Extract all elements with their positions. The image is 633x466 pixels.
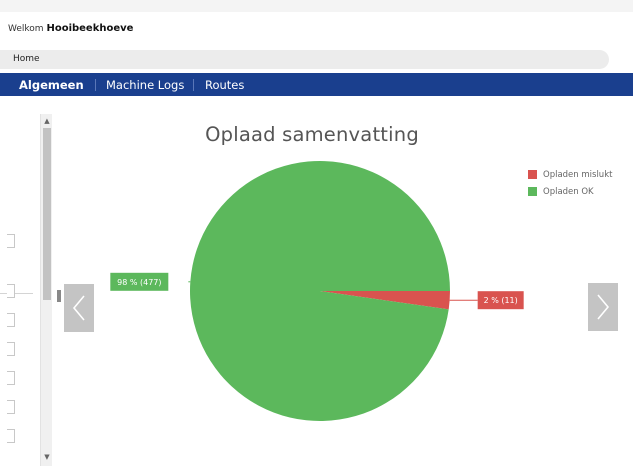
pie-chart: 2 % (11) 98 % (477) bbox=[110, 161, 524, 421]
chevron-right-icon bbox=[597, 294, 610, 320]
tab-bar: Algemeen Machine Logs Routes bbox=[0, 73, 633, 96]
tab-routes[interactable]: Routes bbox=[205, 78, 244, 92]
legend-label: Opladen mislukt bbox=[543, 169, 613, 180]
left-panel-field[interactable] bbox=[7, 429, 15, 443]
left-panel-field[interactable] bbox=[7, 400, 15, 414]
scrollbar-thumb[interactable] bbox=[43, 128, 51, 300]
pie-slice-ok[interactable] bbox=[190, 161, 451, 421]
left-panel-divider bbox=[0, 293, 33, 294]
left-panel-field[interactable] bbox=[7, 371, 15, 385]
tab-separator bbox=[193, 79, 194, 91]
legend-swatch bbox=[528, 170, 537, 179]
data-label: 2 % (11) bbox=[484, 296, 518, 305]
chart-container: Oplaad samenvatting 2 % (11) 98 % (477) O… bbox=[54, 100, 633, 466]
tab-algemeen[interactable]: Algemeen bbox=[19, 78, 84, 92]
previous-chart-button[interactable] bbox=[64, 284, 94, 332]
window-top-edge bbox=[0, 0, 633, 12]
breadcrumb: Home bbox=[0, 50, 609, 69]
scroll-down-arrow-icon[interactable]: ▼ bbox=[41, 452, 53, 462]
chart-legend: Opladen mislukt Opladen OK bbox=[528, 166, 612, 200]
legend-swatch bbox=[528, 187, 537, 196]
breadcrumb-home-link[interactable]: Home bbox=[13, 54, 40, 64]
welcome-prefix: Welkom bbox=[8, 24, 44, 34]
chevron-left-icon bbox=[72, 295, 85, 321]
left-panel-field[interactable] bbox=[7, 284, 15, 298]
left-panel bbox=[0, 100, 38, 466]
left-panel-field[interactable] bbox=[7, 313, 15, 327]
vertical-scrollbar[interactable]: ▲ ▼ bbox=[40, 114, 52, 466]
tab-separator bbox=[95, 79, 96, 91]
tab-machine-logs[interactable]: Machine Logs bbox=[106, 78, 184, 92]
scroll-up-arrow-icon[interactable]: ▲ bbox=[41, 116, 53, 126]
data-label: 98 % (477) bbox=[117, 278, 161, 287]
welcome-text: Welkom Hooibeekhoeve bbox=[8, 23, 133, 34]
legend-item-ok[interactable]: Opladen OK bbox=[528, 183, 612, 200]
legend-item-failed[interactable]: Opladen mislukt bbox=[528, 166, 612, 183]
user-name: Hooibeekhoeve bbox=[46, 23, 134, 34]
left-panel-field[interactable] bbox=[7, 234, 15, 248]
legend-label: Opladen OK bbox=[543, 186, 594, 197]
left-panel-field[interactable] bbox=[7, 342, 15, 356]
next-chart-button[interactable] bbox=[588, 283, 618, 331]
